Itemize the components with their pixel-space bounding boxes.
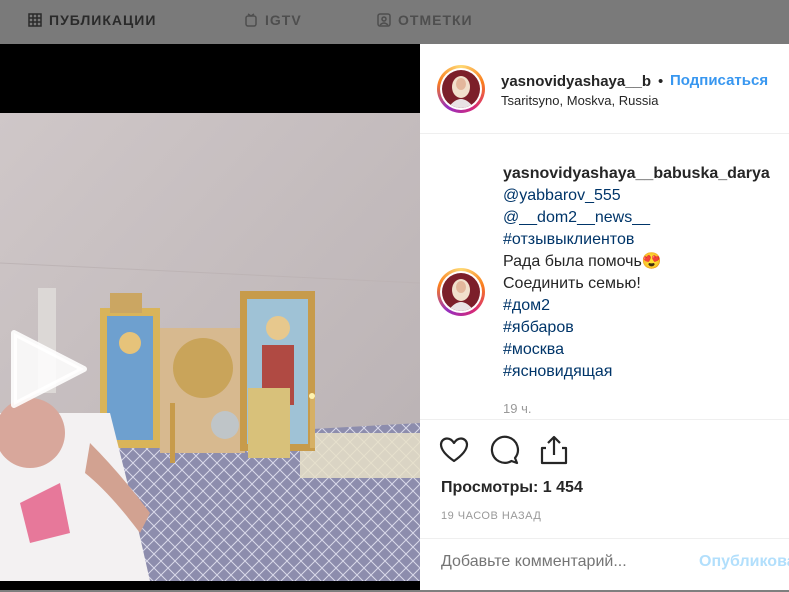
avatar-image [442,273,480,311]
mention-link[interactable]: @yabbarov_555 [503,185,770,207]
caption-line: Рада была помочь😍 [503,253,662,270]
grid-icon [28,13,42,27]
comment-input[interactable] [441,553,691,571]
caption-author[interactable]: yasnovidyashaya__babuska_darya [503,163,770,185]
caption-time: 19 ч. [503,401,532,416]
tab-igtv[interactable]: IGTV [244,12,302,28]
tab-label: ОТМЕТКИ [398,12,473,28]
post-panel: yasnovidyashaya__b • Подписаться Tsarits… [420,44,789,590]
post-timestamp[interactable]: 19 ЧАСОВ НАЗАД [441,510,541,522]
heart-icon[interactable] [438,434,470,466]
video-player[interactable] [0,44,420,590]
share-icon[interactable] [538,434,570,466]
action-bar: Просмотры: 1 454 19 ЧАСОВ НАЗАД Опублико… [420,419,789,591]
mention-link[interactable]: @__dom2__news__ [503,207,770,229]
tab-tagged[interactable]: ОТМЕТКИ [377,12,473,28]
caption-line: Соединить семью! [503,275,641,292]
caption-block: yasnovidyashaya__babuska_darya @yabbarov… [420,134,789,419]
hashtag-link[interactable]: #отзывыклиентов [503,229,770,251]
follow-button[interactable]: Подписаться [670,72,768,89]
play-icon[interactable] [6,329,88,409]
post-header: yasnovidyashaya__b • Подписаться Tsarits… [420,44,789,134]
igtv-icon [245,13,257,27]
hashtag-link[interactable]: #москва [503,339,770,361]
hashtag-link[interactable]: #ясновидящая [503,361,770,383]
caption-avatar[interactable] [437,268,485,316]
username-link[interactable]: yasnovidyashaya__b [501,73,653,90]
tab-label: ПУБЛИКАЦИИ [49,12,157,28]
views-label: Просмотры: [441,479,539,496]
tagged-icon [377,13,391,27]
profile-tabs: ПУБЛИКАЦИИ IGTV ОТМЕТКИ [0,0,789,44]
hashtag-link[interactable]: #яббаров [503,317,770,339]
separator-dot: • [658,73,664,90]
caption-text: yasnovidyashaya__babuska_darya @yabbarov… [503,163,770,383]
avatar-image [442,70,480,108]
publish-button[interactable]: Опубликовать [699,553,789,571]
views-value: 1 454 [542,479,583,496]
location-link[interactable]: Tsaritsyno, Moskva, Russia [501,93,659,108]
comment-icon[interactable] [488,434,520,466]
hashtag-link[interactable]: #дом2 [503,295,770,317]
avatar[interactable] [437,65,485,113]
views-count: Просмотры: 1 454 [441,479,583,497]
tab-label: IGTV [265,12,302,28]
tab-publications[interactable]: ПУБЛИКАЦИИ [28,12,156,28]
comment-box: Опубликовать [420,538,789,592]
